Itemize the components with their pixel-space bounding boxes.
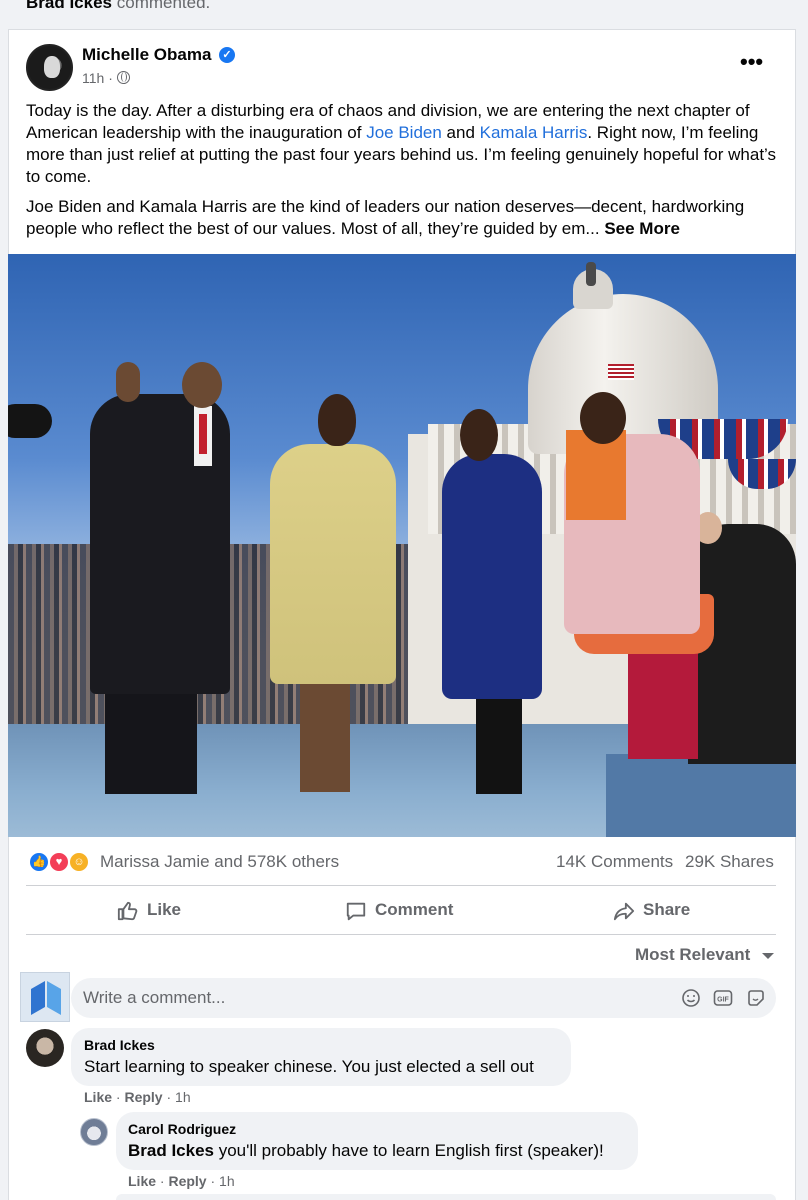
like-label: Like bbox=[147, 900, 182, 919]
share-icon bbox=[613, 902, 635, 921]
gif-icon[interactable]: GIF bbox=[713, 988, 733, 1008]
more-options-icon[interactable]: ••• bbox=[740, 51, 763, 73]
shares-count[interactable]: 29K Shares bbox=[685, 852, 774, 872]
photo-figure-4-head bbox=[580, 392, 626, 444]
photo-figure-4-legs bbox=[628, 649, 698, 759]
photo-figure-4-scarf bbox=[566, 430, 626, 520]
share-button[interactable]: Share bbox=[613, 899, 703, 923]
reply-reply-button[interactable]: Reply bbox=[168, 1173, 206, 1189]
link-joe-biden[interactable]: Joe Biden bbox=[366, 123, 442, 142]
stats-divider bbox=[26, 885, 776, 886]
photo-figure-3-legs bbox=[476, 694, 522, 794]
comment-like-button[interactable]: Like bbox=[84, 1089, 112, 1105]
reply-actions: Like · Reply · 1h bbox=[128, 1173, 235, 1189]
reply-text: Brad Ickes you'll probably have to learn… bbox=[128, 1141, 604, 1160]
author-name[interactable]: Michelle Obama bbox=[82, 45, 211, 65]
caret-down-icon[interactable] bbox=[762, 953, 774, 959]
comment-reply-button[interactable]: Reply bbox=[124, 1089, 162, 1105]
comment-label: Comment bbox=[375, 900, 454, 919]
photo-figure-2-head bbox=[318, 394, 356, 446]
comment-text: Start learning to speaker chinese. You j… bbox=[84, 1057, 534, 1076]
see-more-link[interactable]: See More bbox=[604, 219, 680, 238]
comment-sort-dropdown[interactable]: Most Relevant bbox=[635, 945, 750, 965]
reply-mention[interactable]: Brad Ickes bbox=[128, 1141, 214, 1160]
commenter-avatar[interactable] bbox=[26, 1029, 64, 1067]
sticker-icon[interactable] bbox=[746, 988, 766, 1008]
photo-microphone bbox=[8, 404, 52, 438]
globe-icon[interactable] bbox=[116, 71, 130, 84]
photo-figure-2-coat bbox=[270, 444, 396, 684]
next-comment-bubble bbox=[116, 1194, 776, 1200]
post-paragraph-1: Today is the day. After a disturbing era… bbox=[26, 101, 777, 186]
comment-button[interactable]: Comment bbox=[345, 899, 465, 923]
comment-input[interactable] bbox=[83, 978, 643, 1018]
photo-figure-1-raised-hand bbox=[116, 362, 140, 402]
gif-icon-label: GIF bbox=[717, 997, 729, 1004]
reply-avatar[interactable] bbox=[80, 1118, 108, 1146]
commenter-name[interactable]: Brad Ickes bbox=[84, 1036, 155, 1054]
reaction-icons[interactable]: 👍 ♥ ☺ bbox=[28, 851, 94, 873]
actions-divider bbox=[26, 934, 776, 935]
photo-figure-1-legs bbox=[105, 684, 197, 794]
photo-figure-1-tie bbox=[199, 414, 207, 454]
post-timestamp[interactable]: 11h bbox=[82, 70, 104, 86]
comments-count[interactable]: 14K Comments bbox=[556, 852, 673, 872]
link-kamala-harris[interactable]: Kamala Harris bbox=[480, 123, 588, 142]
avatar-logo-right bbox=[47, 980, 61, 1016]
reply-author-name[interactable]: Carol Rodriguez bbox=[128, 1120, 236, 1138]
avatar-logo-left bbox=[31, 980, 45, 1016]
post-paragraph-2: Joe Biden and Kamala Harris are the kind… bbox=[26, 197, 745, 238]
care-reaction-icon: ☺ bbox=[68, 851, 90, 873]
photo-statue bbox=[586, 262, 596, 286]
meta-separator: · bbox=[108, 70, 113, 86]
like-reaction-icon: 👍 bbox=[28, 851, 50, 873]
share-label: Share bbox=[643, 900, 691, 919]
reaction-count[interactable]: Marissa Jamie and 578K others bbox=[100, 852, 339, 872]
comment-actions: Like · Reply · 1h bbox=[84, 1089, 191, 1105]
photo-figure-3-head bbox=[460, 409, 498, 461]
comment-icon bbox=[346, 902, 366, 921]
post-photo[interactable] bbox=[8, 254, 796, 837]
reply-time[interactable]: 1h bbox=[219, 1173, 235, 1189]
like-button[interactable]: Like bbox=[117, 899, 197, 923]
love-reaction-icon: ♥ bbox=[48, 851, 70, 873]
author-avatar[interactable] bbox=[26, 44, 73, 91]
previous-activity-text: Brad Ickes commented. bbox=[26, 0, 211, 12]
thumbs-up-icon bbox=[117, 901, 138, 921]
photo-figure-1-head bbox=[182, 362, 222, 408]
photo-figure-3-coat bbox=[442, 454, 542, 699]
previous-activity-strip: Brad Ickes commented. bbox=[0, 0, 808, 14]
post-meta: 11h · bbox=[82, 69, 130, 87]
comment-time[interactable]: 1h bbox=[175, 1089, 191, 1105]
photo-stage-step bbox=[606, 754, 796, 837]
comment-composer[interactable]: GIF bbox=[71, 978, 776, 1018]
verified-badge-icon: ✓ bbox=[219, 47, 235, 63]
photo-flag bbox=[608, 364, 634, 380]
current-user-avatar[interactable] bbox=[20, 972, 70, 1022]
photo-figure-2-legs bbox=[300, 682, 350, 792]
reply-like-button[interactable]: Like bbox=[128, 1173, 156, 1189]
emoji-icon[interactable] bbox=[681, 988, 701, 1008]
